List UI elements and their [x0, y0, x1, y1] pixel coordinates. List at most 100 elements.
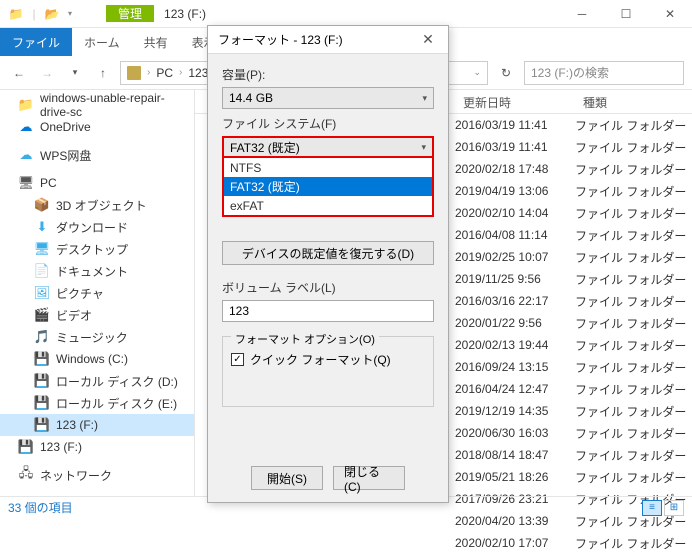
sidebar-item-icon: 🖼	[34, 285, 50, 301]
cell-type: ファイル フォルダー	[575, 136, 686, 158]
cell-type: ファイル フォルダー	[575, 114, 686, 136]
sidebar-item-label: OneDrive	[40, 120, 91, 134]
filesystem-option[interactable]: FAT32 (既定)	[224, 177, 432, 196]
sidebar-item-label: ネットワーク	[40, 467, 112, 484]
sidebar-item-label: PC	[40, 176, 57, 190]
cell-type: ファイル フォルダー	[575, 312, 686, 334]
sidebar-item-label: ローカル ディスク (D:)	[56, 373, 178, 390]
col-date[interactable]: 更新日時	[455, 90, 511, 114]
sidebar-item[interactable]: 💾 123 (F:)	[0, 436, 194, 458]
cell-type: ファイル フォルダー	[575, 180, 686, 202]
sidebar-item[interactable]: 📦3D オブジェクト	[0, 194, 194, 216]
recent-chevron-icon[interactable]: ▾	[64, 62, 86, 84]
filesystem-option[interactable]: exFAT	[224, 196, 432, 215]
sidebar-item[interactable]: 💾123 (F:)	[0, 414, 194, 436]
folder-open-icon: 📂	[44, 6, 60, 22]
cell-date: 2019/02/25 10:07	[455, 246, 548, 268]
sidebar-item-icon: ☁	[18, 147, 34, 163]
close-dialog-button[interactable]: 閉じる(C)	[333, 466, 405, 490]
nav-sidebar: 📁 windows-unable-repair-drive-sc ☁ OneDrive…	[0, 90, 195, 496]
cell-type: ファイル フォルダー	[575, 158, 686, 180]
sidebar-item-icon: 📁	[18, 97, 34, 113]
dialog-close-button[interactable]: ✕	[418, 30, 438, 50]
filesystem-select[interactable]: FAT32 (既定) ▾	[222, 136, 434, 158]
search-placeholder: 123 (F:)の検索	[531, 64, 609, 81]
back-button[interactable]: ←	[8, 62, 30, 84]
cell-type: ファイル フォルダー	[575, 290, 686, 312]
view-details-button[interactable]: ≡	[642, 500, 662, 516]
chevron-down-icon: ▾	[421, 142, 426, 153]
cell-date: 2016/03/19 11:41	[455, 114, 548, 136]
filesystem-option[interactable]: NTFS	[224, 158, 432, 177]
cell-date: 2016/09/24 13:15	[455, 356, 548, 378]
cell-date: 2019/12/19 14:35	[455, 400, 548, 422]
cell-type: ファイル フォルダー	[575, 400, 686, 422]
sidebar-item[interactable]: 💾ローカル ディスク (E:)	[0, 392, 194, 414]
chevron-right-icon: ›	[147, 67, 150, 78]
sidebar-item-icon: 🖧	[18, 467, 34, 483]
forward-button[interactable]: →	[36, 62, 58, 84]
sidebar-item[interactable]: 🖧 ネットワーク	[0, 464, 194, 486]
cell-date: 2020/06/30 16:03	[455, 422, 548, 444]
sidebar-item[interactable]: ☁ OneDrive	[0, 116, 194, 138]
drive-icon	[127, 66, 141, 80]
sidebar-item[interactable]: 🎵ミュージック	[0, 326, 194, 348]
cell-type: ファイル フォルダー	[575, 356, 686, 378]
sidebar-item[interactable]: 🖼ピクチャ	[0, 282, 194, 304]
chevron-down-icon: ▾	[422, 93, 427, 104]
sidebar-item[interactable]: 🖥デスクトップ	[0, 238, 194, 260]
sidebar-item[interactable]: ⬇ダウンロード	[0, 216, 194, 238]
breadcrumb[interactable]: PC	[156, 66, 173, 80]
sidebar-item[interactable]: 🎬ビデオ	[0, 304, 194, 326]
view-icons-button[interactable]: ⊞	[664, 500, 684, 516]
tab-share[interactable]: 共有	[132, 28, 180, 56]
start-button[interactable]: 開始(S)	[251, 466, 323, 490]
sidebar-item[interactable]: 📄ドキュメント	[0, 260, 194, 282]
qat-chevron-icon[interactable]: ▾	[62, 6, 78, 22]
sidebar-item-icon: 💾	[34, 373, 50, 389]
close-button[interactable]: ✕	[648, 0, 692, 28]
sidebar-item-icon: ☁	[18, 119, 34, 135]
tab-home[interactable]: ホーム	[72, 28, 132, 56]
checkbox-icon: ✓	[231, 353, 244, 366]
volume-label-input[interactable]: 123	[222, 300, 434, 322]
capacity-select[interactable]: 14.4 GB ▾	[222, 87, 434, 109]
sidebar-item-icon: 💾	[34, 395, 50, 411]
restore-defaults-button[interactable]: デバイスの既定値を復元する(D)	[222, 241, 434, 265]
sidebar-item[interactable]: 🖥PC	[0, 172, 194, 194]
sidebar-item[interactable]: 📁 windows-unable-repair-drive-sc	[0, 94, 194, 116]
sidebar-item-label: 123 (F:)	[56, 418, 98, 432]
search-input[interactable]: 123 (F:)の検索	[524, 61, 684, 85]
sidebar-item-label: windows-unable-repair-drive-sc	[40, 91, 194, 119]
sidebar-item-icon: 💾	[18, 439, 34, 455]
cell-date: 2016/03/16 22:17	[455, 290, 548, 312]
cell-type: ファイル フォルダー	[575, 378, 686, 400]
up-button[interactable]: ↑	[92, 62, 114, 84]
ribbon-context-tab[interactable]: 管理	[106, 5, 154, 22]
sidebar-item[interactable]: 💾 ローカル ディスク (D:)	[0, 370, 194, 392]
dialog-titlebar: フォーマット - 123 (F:) ✕	[208, 26, 448, 54]
sidebar-item-label: 123 (F:)	[40, 440, 82, 454]
refresh-button[interactable]: ↻	[494, 61, 518, 85]
sidebar-item-label: ドキュメント	[56, 263, 128, 280]
minimize-button[interactable]: ─	[560, 0, 604, 28]
cell-date: 2016/03/19 11:41	[455, 136, 548, 158]
cell-date: 2018/08/14 18:47	[455, 444, 548, 466]
capacity-label: 容量(P):	[222, 66, 434, 83]
format-options-label: フォーマット オプション(O)	[231, 331, 379, 347]
sidebar-item-label: 3D オブジェクト	[56, 197, 147, 214]
window-title: 123 (F:)	[154, 7, 560, 21]
maximize-button[interactable]: ☐	[604, 0, 648, 28]
format-options-group: フォーマット オプション(O) ✓ クイック フォーマット(Q)	[222, 336, 434, 407]
quick-format-label: クイック フォーマット(Q)	[250, 351, 391, 368]
sidebar-item[interactable]: 💾Windows (C:)	[0, 348, 194, 370]
tab-file[interactable]: ファイル	[0, 28, 72, 56]
table-row[interactable]: 2020/02/10 17:07ファイル フォルダー	[195, 532, 692, 554]
cell-date: 2016/04/24 12:47	[455, 378, 548, 400]
address-dropdown-icon[interactable]: ⌄	[473, 67, 481, 78]
dialog-title: フォーマット - 123 (F:)	[218, 31, 343, 48]
col-type[interactable]: 種類	[575, 90, 607, 114]
sidebar-item[interactable]: ☁WPS网盘	[0, 144, 194, 166]
quick-format-checkbox[interactable]: ✓ クイック フォーマット(Q)	[231, 351, 425, 368]
cell-date: 2020/01/22 9:56	[455, 312, 542, 334]
